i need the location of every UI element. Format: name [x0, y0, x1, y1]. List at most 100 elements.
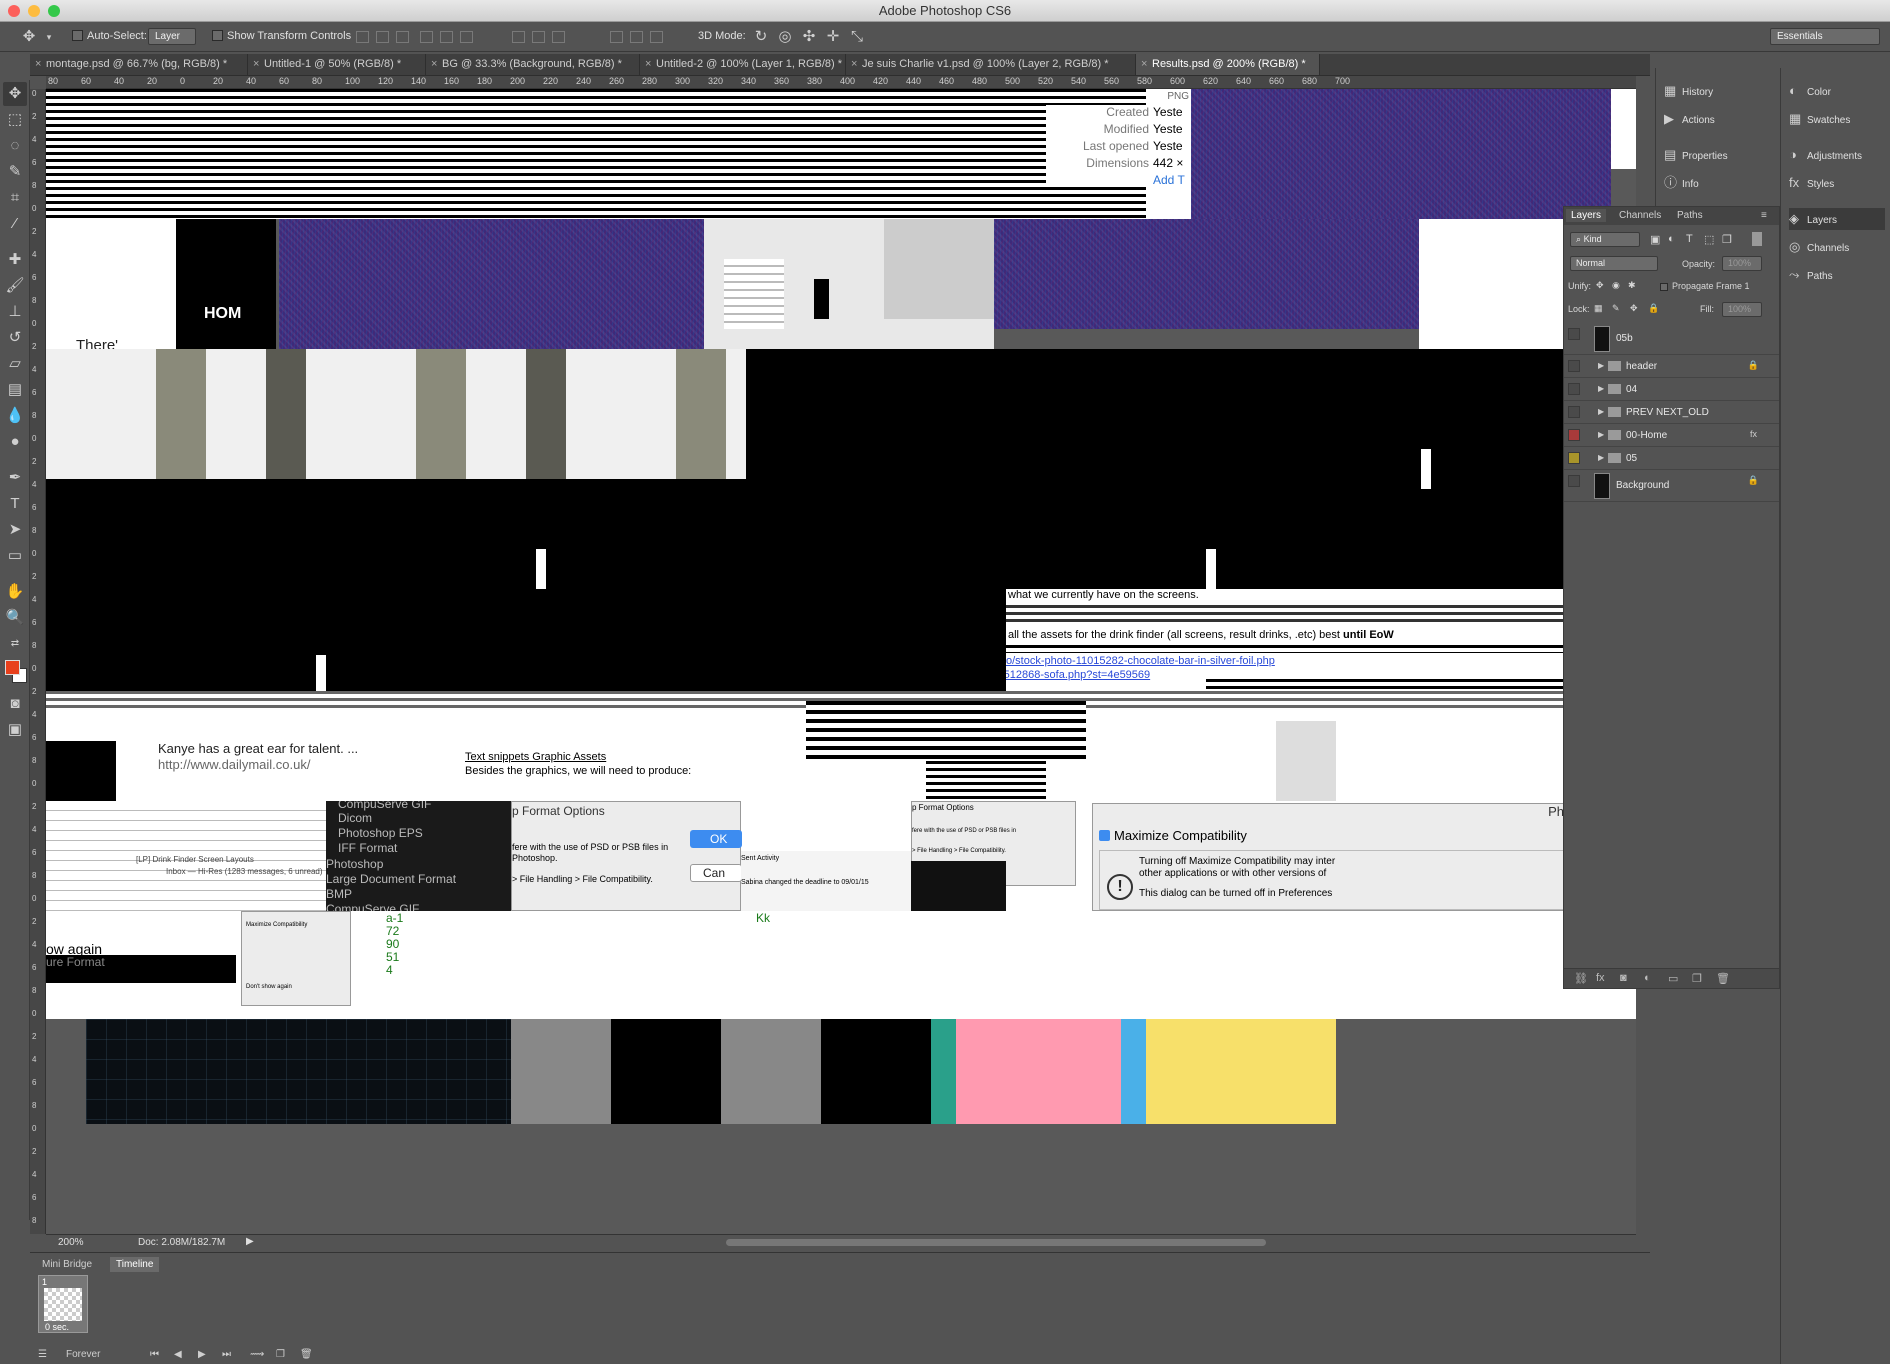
3d-rotate-icon[interactable]: ↻	[752, 28, 770, 46]
color-panel-button[interactable]: ◐ Color	[1789, 80, 1831, 102]
auto-select-dropdown[interactable]: Layer	[148, 28, 196, 45]
show-transform-controls-checkbox[interactable]: Show Transform Controls	[212, 30, 351, 42]
3d-scale-icon[interactable]: ⤡	[848, 28, 866, 46]
align-hcenter-icon[interactable]	[440, 31, 453, 43]
rectangle-tool-icon[interactable]: ▭	[3, 544, 27, 568]
distribute-hcenter-icon[interactable]	[630, 31, 643, 43]
quick-mask-icon[interactable]: ◙	[3, 692, 27, 716]
styles-panel-button[interactable]: fx Styles	[1789, 172, 1834, 194]
close-tab-icon[interactable]: ×	[253, 58, 259, 70]
tab-mini-bridge[interactable]: Mini Bridge	[36, 1257, 98, 1272]
tab-untitled-2[interactable]: × Untitled-2 @ 100% (Layer 1, RGB/8) *	[640, 54, 846, 75]
vertical-ruler[interactable]: 0 2 4 6 8 0 2 4 6 8 0 2 4 6 8 0 2 4 6 8 0 2 4 6 8 0 2 4 6 8 0 2 4 6 8 0 2 4 6 8…	[30, 89, 46, 1234]
expand-group-icon[interactable]: ▶	[1598, 453, 1604, 462]
path-selection-tool-icon[interactable]: ➤	[3, 518, 27, 542]
history-brush-tool-icon[interactable]: ↺	[3, 326, 27, 350]
3d-pan-icon[interactable]: ✣	[800, 28, 818, 46]
distribute-vcenter-icon[interactable]	[532, 31, 545, 43]
pen-tool-icon[interactable]: ✒	[3, 466, 27, 490]
add-tags-link[interactable]: Add T	[1153, 173, 1191, 187]
tab-untitled-1[interactable]: × Untitled-1 @ 50% (RGB/8) *	[248, 54, 426, 75]
dailymail-text[interactable]: http://www.dailymail.co.uk/	[158, 757, 310, 772]
unify-position-icon[interactable]: ✥	[1596, 280, 1604, 291]
ok-button[interactable]: OK	[690, 830, 742, 848]
visibility-eye-icon[interactable]	[1568, 475, 1580, 487]
unify-visibility-icon[interactable]: ◉	[1612, 280, 1620, 291]
play-icon[interactable]: ▶	[198, 1349, 206, 1360]
duplicate-frame-icon[interactable]: ❐	[276, 1349, 285, 1360]
timeline-convert-icon[interactable]: ☰	[38, 1349, 47, 1360]
lock-all-icon[interactable]: 🔒	[1648, 303, 1659, 314]
close-tab-icon[interactable]: ×	[35, 58, 41, 70]
format-menu[interactable]: CompuServe GIF Dicom Photoshop EPS IFF F…	[326, 801, 511, 911]
format-item[interactable]: CompuServe GIF	[338, 801, 431, 811]
first-frame-icon[interactable]: ⏮	[150, 1349, 159, 1360]
adjustment-filter-icon[interactable]: ◐	[1668, 233, 1675, 245]
format-item[interactable]: Dicom	[338, 811, 372, 825]
swatches-panel-button[interactable]: ▦ Swatches	[1789, 108, 1850, 130]
shape-filter-icon[interactable]: ⬚	[1704, 233, 1714, 246]
filter-toggle[interactable]	[1752, 232, 1762, 246]
tool-preset-chevron-icon[interactable]: ▾	[40, 28, 58, 46]
foreground-color-swatch[interactable]	[5, 660, 20, 675]
unify-style-icon[interactable]: ✱	[1628, 280, 1636, 291]
close-tab-icon[interactable]: ×	[431, 58, 437, 70]
lock-image-icon[interactable]: ✎	[1612, 303, 1620, 314]
visibility-eye-icon[interactable]	[1568, 383, 1580, 395]
next-frame-icon[interactable]: ⏭	[222, 1349, 231, 1360]
lasso-tool-icon[interactable]: ◌	[3, 134, 27, 158]
clone-stamp-tool-icon[interactable]: ⊥	[3, 300, 27, 324]
layer-row[interactable]: 05b	[1564, 323, 1779, 355]
document-canvas[interactable]: PNG Created Yeste Modified Yeste Last op…	[46, 89, 1636, 1234]
kind-filter-dropdown[interactable]: ⌕ Kind	[1570, 232, 1640, 247]
close-tab-icon[interactable]: ×	[645, 58, 651, 70]
marquee-tool-icon[interactable]: ⬚	[3, 108, 27, 132]
blur-tool-icon[interactable]: 💧	[3, 404, 27, 428]
visibility-eye-icon[interactable]	[1568, 360, 1580, 372]
animation-frame[interactable]: 1 0 sec.	[38, 1275, 88, 1333]
tab-je-suis-charlie[interactable]: × Je suis Charlie v1.psd @ 100% (Layer 2,…	[846, 54, 1136, 75]
new-group-icon[interactable]: ▭	[1668, 972, 1678, 985]
smart-object-filter-icon[interactable]: ❐	[1722, 233, 1732, 246]
format-item[interactable]: Photoshop EPS	[338, 826, 423, 840]
tab-results[interactable]: × Results.psd @ 200% (RGB/8) *	[1136, 54, 1320, 75]
loop-option[interactable]: Forever	[66, 1349, 100, 1360]
hand-tool-icon[interactable]: ✋	[3, 580, 27, 604]
horizontal-scrollbar[interactable]	[726, 1239, 1266, 1246]
lock-position-icon[interactable]: ✥	[1630, 303, 1638, 314]
move-tool-icon[interactable]: ✥	[3, 82, 27, 106]
layer-row[interactable]: ▶ 04	[1564, 378, 1779, 401]
visibility-eye-icon[interactable]	[1568, 406, 1580, 418]
expand-group-icon[interactable]: ▶	[1598, 407, 1604, 416]
opacity-field[interactable]: 100%	[1722, 256, 1762, 271]
format-item[interactable]: BMP	[326, 887, 352, 901]
3d-roll-icon[interactable]: ◎	[776, 28, 794, 46]
layer-style-icon[interactable]: fx	[1596, 972, 1605, 984]
visibility-eye-icon[interactable]	[1568, 328, 1580, 340]
layer-row[interactable]: ▶ 00-Home fx	[1564, 424, 1779, 447]
frame-delay[interactable]: 0 sec.	[45, 1322, 69, 1332]
healing-brush-tool-icon[interactable]: ✚	[3, 248, 27, 272]
eraser-tool-icon[interactable]: ▱	[3, 352, 27, 376]
link-layers-icon[interactable]: ⛓	[1574, 972, 1588, 985]
channels-panel-button[interactable]: ◎ Channels	[1789, 236, 1849, 258]
panel-menu-icon[interactable]: ≡	[1756, 209, 1772, 222]
lock-transparent-icon[interactable]: ▦	[1594, 303, 1603, 314]
type-filter-icon[interactable]: T	[1686, 233, 1693, 245]
tab-montage[interactable]: × montage.psd @ 66.7% (bg, RGB/8) *	[30, 54, 248, 75]
actions-panel-button[interactable]: ▶ Actions	[1664, 108, 1715, 130]
history-panel-button[interactable]: ▦ History	[1664, 80, 1713, 102]
expand-group-icon[interactable]: ▶	[1598, 384, 1604, 393]
align-top-icon[interactable]	[356, 31, 369, 43]
crop-tool-icon[interactable]: ⌗	[3, 186, 27, 210]
3d-slide-icon[interactable]: ✛	[824, 28, 842, 46]
paths-panel-button[interactable]: ⤳ Paths	[1789, 264, 1833, 286]
tween-icon[interactable]: ⟿	[250, 1349, 264, 1360]
zoom-level[interactable]: 200%	[58, 1237, 84, 1248]
previous-frame-icon[interactable]: ◀	[174, 1349, 182, 1360]
layer-mask-icon[interactable]: ◙	[1620, 972, 1627, 984]
tab-layers[interactable]: Layers	[1566, 209, 1607, 222]
dodge-tool-icon[interactable]: ●	[3, 430, 27, 454]
maximize-checkbox[interactable]: Maximize Compatibility	[1099, 828, 1247, 843]
doc-size[interactable]: Doc: 2.08M/182.7M	[138, 1237, 225, 1248]
